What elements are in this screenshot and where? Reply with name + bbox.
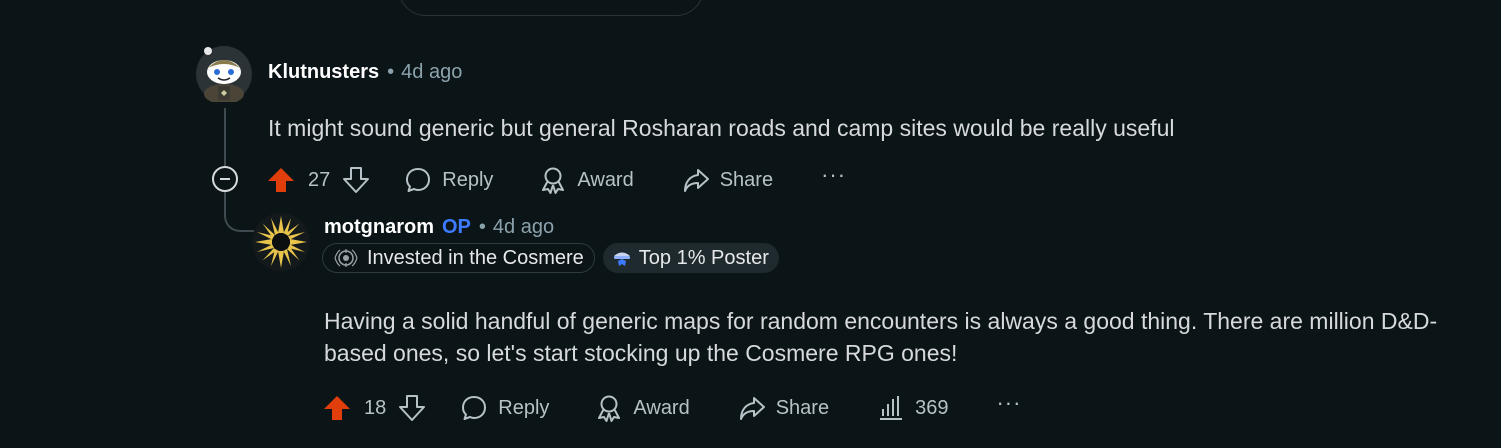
views-count: 369	[915, 396, 949, 419]
award-icon	[598, 395, 621, 422]
sun-emblem-avatar-icon	[252, 213, 310, 271]
insights-button[interactable]: 369	[877, 394, 948, 422]
comment-actions: 27 Reply Award Share ···	[266, 160, 846, 200]
avatar-motgnarom[interactable]	[252, 213, 310, 271]
insights-bar-chart-icon	[880, 396, 903, 420]
timestamp[interactable]: 4d ago	[493, 216, 554, 239]
reply-button[interactable]: Reply	[460, 394, 549, 422]
reply-connector	[224, 192, 254, 232]
downvote-icon[interactable]	[398, 393, 426, 423]
award-icon	[542, 167, 565, 194]
comment-body: It might sound generic but general Rosha…	[268, 115, 1175, 141]
share-label: Share	[775, 396, 830, 419]
reply-button[interactable]: Reply	[404, 166, 493, 194]
reply-label: Reply	[442, 168, 494, 191]
award-label: Award	[577, 168, 634, 191]
comment-header: motgnarom OP • 4d ago	[324, 216, 554, 239]
upvote-icon[interactable]	[322, 393, 352, 423]
timestamp[interactable]: 4d ago	[401, 61, 462, 84]
share-label: Share	[719, 168, 774, 191]
more-options-button[interactable]: ···	[996, 392, 1021, 418]
snoo-avatar-icon	[196, 46, 252, 104]
previous-comment-box	[398, 0, 704, 16]
cosmere-emblem-icon	[331, 247, 361, 269]
separator-dot: •	[387, 61, 395, 83]
vote-count: 18	[364, 396, 387, 419]
author-name[interactable]: motgnarom	[324, 216, 434, 239]
flair-top-poster[interactable]: Top 1% Poster	[602, 243, 779, 273]
avatar-klutnusters[interactable]	[196, 46, 252, 104]
share-icon	[683, 169, 709, 192]
award-label: Award	[633, 396, 690, 419]
comment-header: Klutnusters • 4d ago	[268, 61, 462, 84]
award-button[interactable]: Award	[539, 166, 634, 194]
author-name[interactable]: Klutnusters	[268, 61, 379, 84]
flair-label: Invested in the Cosmere	[367, 246, 584, 269]
user-flairs: Invested in the Cosmere Top 1% Poster	[322, 243, 779, 273]
share-icon	[739, 397, 765, 420]
reply-icon	[462, 396, 487, 420]
vote-count: 27	[308, 168, 331, 191]
flair-label: Top 1% Poster	[638, 246, 769, 269]
award-button[interactable]: Award	[595, 394, 690, 422]
minus-icon	[220, 178, 230, 180]
share-button[interactable]: Share	[682, 166, 773, 194]
reply-label: Reply	[498, 396, 550, 419]
comment-thread: Klutnusters • 4d ago It might sound gene…	[0, 0, 1501, 448]
more-options-button[interactable]: ···	[821, 164, 846, 190]
vote-group: 27	[266, 165, 370, 195]
thread-line[interactable]	[224, 108, 226, 166]
reply-icon	[406, 168, 431, 192]
separator-dot: •	[478, 216, 486, 238]
share-button[interactable]: Share	[738, 394, 829, 422]
collapse-thread-button[interactable]	[212, 166, 238, 192]
upvote-icon[interactable]	[266, 165, 296, 195]
top-poster-icon	[611, 247, 633, 269]
comment-body: Having a solid handful of generic maps f…	[324, 308, 1438, 366]
flair-invested[interactable]: Invested in the Cosmere	[322, 243, 595, 273]
comment-actions: 18 Reply Award Share 369 ···	[322, 388, 1021, 428]
vote-group: 18	[322, 393, 426, 423]
downvote-icon[interactable]	[342, 165, 370, 195]
op-badge: OP	[442, 216, 471, 238]
